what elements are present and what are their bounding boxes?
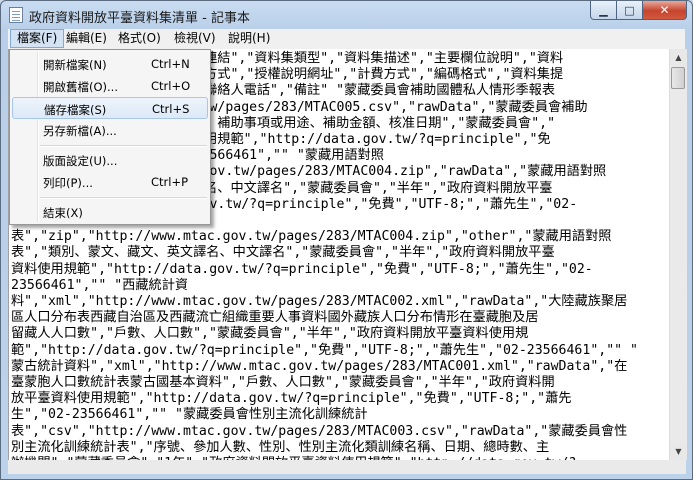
menu-edit[interactable]: 編輯(E) bbox=[60, 29, 113, 48]
menu-file[interactable]: 檔案(F) bbox=[10, 29, 65, 48]
text-line: 臺蒙胞人口數統計表蒙古國基本資料","戶數、人口數","蒙藏委員會","半年",… bbox=[11, 375, 555, 391]
menu-item-label: 開新檔案(N) bbox=[43, 58, 107, 72]
menu-separator bbox=[40, 197, 207, 199]
menu-bar: 檔案(F) 編輯(E) 格式(O) 檢視(V) 說明(H) bbox=[8, 29, 685, 50]
minimize-icon: ▁ bbox=[599, 3, 608, 17]
scrollbar-corner bbox=[669, 460, 686, 474]
text-line: 表","zip","http://www.mtac.gov.tw/pages/2… bbox=[11, 229, 612, 245]
maximize-icon: □ bbox=[624, 3, 635, 17]
menu-item-label: 結束(X) bbox=[43, 206, 83, 220]
text-line: 別主流化訓練統計表","序號、參加人數、性別、性別主流化類訓練名稱、日期、總時數… bbox=[11, 439, 550, 455]
text-line: 料","xml","http://www.mtac.gov.tw/pages/2… bbox=[11, 294, 628, 310]
menu-item-shortcut: Ctrl+S bbox=[152, 102, 190, 116]
vertical-scrollbar[interactable]: ▲ ▼ bbox=[669, 49, 687, 460]
menu-item-label: 列印(P)... bbox=[43, 176, 93, 190]
file-menu-dropdown: 開新檔案(N) Ctrl+N 開啟舊檔(O)... Ctrl+O 儲存檔案(S)… bbox=[9, 49, 211, 225]
scroll-down-button[interactable]: ▼ bbox=[670, 443, 687, 460]
menu-item-save-as[interactable]: 另存新檔(A)... bbox=[12, 119, 208, 141]
text-line: 資料使用規範","http://data.gov.tw/?q=principle… bbox=[11, 261, 593, 277]
scroll-up-button[interactable]: ▲ bbox=[670, 49, 687, 66]
menu-item-open[interactable]: 開啟舊檔(O)... Ctrl+O bbox=[12, 75, 208, 97]
menu-item-label: 開啟舊檔(O)... bbox=[43, 80, 118, 94]
menu-item-shortcut: Ctrl+N bbox=[151, 57, 190, 71]
notepad-icon[interactable] bbox=[9, 7, 23, 23]
text-line: 表","類別、蒙文、藏文、英文譯名、中文譯名","蒙藏委員會","半年","政府… bbox=[11, 245, 555, 261]
text-line: 生","02-23566461","" "蒙藏委員會性別主流化訓練統計 bbox=[11, 407, 368, 423]
text-line: 區人口分布表西藏自治區及西藏流亡組織重要人事資料國外藏族人口分布情形在臺藏胞及居 bbox=[11, 310, 539, 326]
menu-help[interactable]: 說明(H) bbox=[222, 29, 276, 48]
title-bar[interactable]: 政府資料開放平臺資料集清單 - 記事本 ▁ □ ✕ bbox=[1, 1, 692, 29]
menu-item-shortcut: Ctrl+O bbox=[151, 79, 191, 93]
horizontal-scroll-track bbox=[8, 460, 669, 474]
arrow-up-icon: ▲ bbox=[675, 53, 682, 62]
maximize-button[interactable]: □ bbox=[617, 1, 643, 20]
close-icon: ✕ bbox=[659, 3, 670, 17]
menu-item-print[interactable]: 列印(P)... Ctrl+P bbox=[12, 171, 208, 193]
text-line: 蒙古統計資料","xml","http://www.mtac.gov.tw/pa… bbox=[11, 358, 628, 374]
text-line: 表","csv","http://www.mtac.gov.tw/pages/2… bbox=[11, 423, 628, 439]
menu-separator bbox=[40, 145, 207, 147]
menu-item-new[interactable]: 開新檔案(N) Ctrl+N bbox=[12, 53, 208, 75]
minimize-button[interactable]: ▁ bbox=[590, 1, 617, 20]
notepad-window: 政府資料開放平臺資料集清單 - 記事本 ▁ □ ✕ 檔案(F) 編輯(E) 格式… bbox=[0, 0, 693, 480]
menu-view[interactable]: 檢視(V) bbox=[168, 29, 222, 48]
menu-item-label: 儲存檔案(S) bbox=[44, 103, 107, 117]
menu-item-page-setup[interactable]: 版面設定(U)... bbox=[12, 149, 208, 171]
close-button[interactable]: ✕ bbox=[643, 1, 687, 20]
text-line: 留藏人人口數","戶數、人口數","蒙藏委員會","半年","政府資料開放平臺資… bbox=[11, 326, 529, 342]
menu-format[interactable]: 格式(O) bbox=[112, 29, 167, 48]
menu-item-label: 另存新檔(A)... bbox=[43, 124, 117, 138]
menu-item-exit[interactable]: 結束(X) bbox=[12, 201, 208, 223]
window-title: 政府資料開放平臺資料集清單 - 記事本 bbox=[29, 11, 250, 26]
text-line: 放平臺資料使用規範","http://data.gov.tw/?q=princi… bbox=[11, 391, 572, 407]
text-line: 範","http://data.gov.tw/?q=principle","免費… bbox=[11, 342, 638, 358]
caption-buttons: ▁ □ ✕ bbox=[590, 1, 687, 21]
scroll-thumb[interactable] bbox=[671, 67, 685, 89]
text-line: 23566461","" "西藏統計資 bbox=[11, 277, 189, 293]
menu-item-label: 版面設定(U)... bbox=[43, 154, 118, 168]
arrow-down-icon: ▼ bbox=[675, 447, 682, 456]
menu-item-shortcut: Ctrl+P bbox=[151, 175, 189, 189]
menu-item-save[interactable]: 儲存檔案(S) Ctrl+S bbox=[12, 97, 208, 119]
